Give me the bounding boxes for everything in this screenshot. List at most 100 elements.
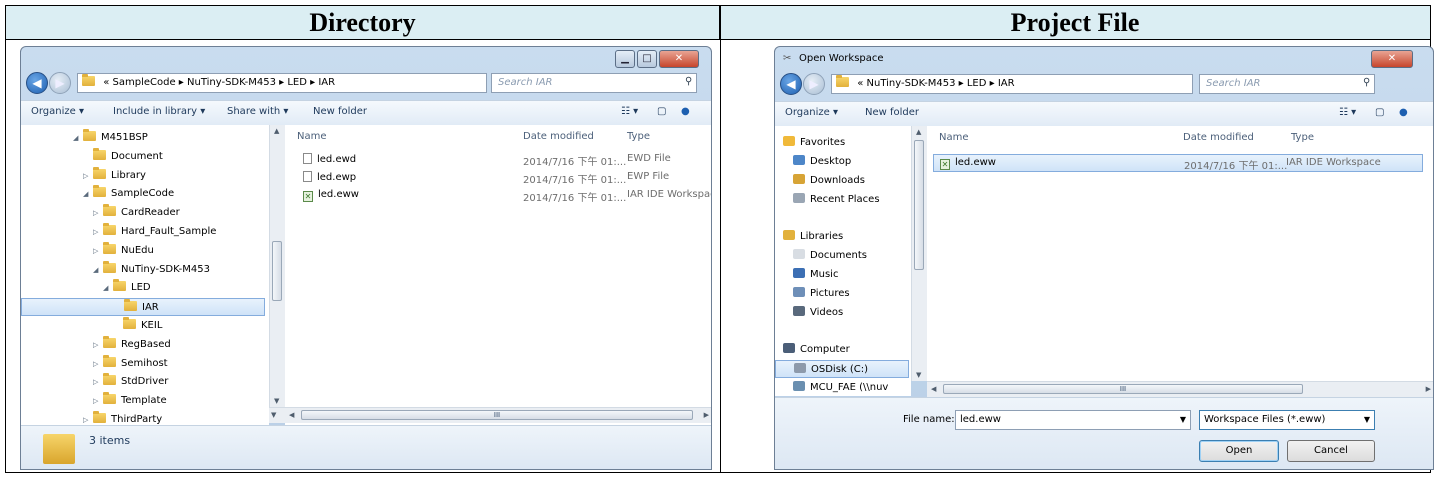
tree-item[interactable]: ◢ SampleCode [21,185,174,203]
nav-item[interactable]: Favorites [775,134,845,152]
breadcrumb-nutiny[interactable]: NuTiny-SDK-M453 [867,78,956,89]
organize-button[interactable]: Organize ▾ [785,107,838,118]
tree-item[interactable]: ▷ NuEdu [21,241,154,260]
nav-item[interactable]: Recent Places [775,191,880,209]
search-input[interactable]: Search IAR [1199,74,1375,94]
column-header-type[interactable]: Type [1291,132,1314,143]
close-button[interactable]: ✕ [659,50,699,68]
tree-item[interactable]: ◢ NuTiny-SDK-M453 [21,260,210,279]
column-header-name[interactable]: Name [297,131,327,142]
tree-item[interactable]: ▷ CardReader [21,204,180,222]
breadcrumb-overflow[interactable]: « [103,77,109,88]
file-name-input[interactable]: led.eww ▼ [955,410,1191,430]
expanded-arrow-icon[interactable]: ◢ [73,129,83,147]
collapsed-arrow-icon[interactable]: ▷ [93,223,103,241]
column-header-date[interactable]: Date modified [1183,132,1254,143]
nav-item[interactable]: MCU_FAE (\\nuv [775,379,888,397]
help-icon[interactable]: ● [681,106,690,117]
organize-button[interactable]: Organize ▾ [31,106,84,117]
file-row-selected[interactable]: ✕ led.eww 2014/7/16 下午 01:... IAR IDE Wor… [933,154,1423,172]
nav-item[interactable]: OSDisk (C:) [775,360,909,378]
nav-item[interactable]: Pictures [775,285,850,303]
new-folder-button[interactable]: New folder [313,106,367,117]
hscroll-thumb[interactable]: III [301,410,693,420]
breadcrumb-led[interactable]: LED [967,78,987,89]
maximize-button[interactable]: □ [637,50,657,68]
breadcrumb-samplecode[interactable]: SampleCode [113,77,176,88]
expanded-arrow-icon[interactable]: ◢ [83,185,93,203]
file-type: IAR IDE Workspace [1286,157,1381,168]
nav-item[interactable]: Computer [775,341,850,359]
nav-item[interactable]: Downloads [775,172,865,190]
address-bar[interactable]: « NuTiny-SDK-M453 ▸ LED ▸ IAR [831,74,1193,94]
hscroll-thumb[interactable]: III [943,384,1303,394]
tree-item[interactable]: IAR [21,298,265,317]
back-button[interactable]: ◀ [780,73,802,95]
open-button[interactable]: Open [1199,440,1279,462]
collapsed-arrow-icon[interactable]: ▷ [93,373,103,391]
views-icon[interactable]: ☷ ▾ [621,106,638,117]
breadcrumb-iar[interactable]: IAR [318,77,335,88]
nav-item[interactable]: Music [775,266,838,284]
preview-pane-icon[interactable]: ▢ [1375,107,1384,118]
tree-item[interactable]: Document [21,147,163,166]
new-folder-button[interactable]: New folder [865,107,919,118]
workspace-icon: ✕ [303,191,313,202]
collapsed-arrow-icon[interactable]: ▷ [93,355,103,373]
breadcrumb-led[interactable]: LED [287,77,307,88]
tree-item[interactable]: ◢ M451BSP [21,129,148,147]
file-row[interactable]: led.ewd [303,153,356,165]
forward-button[interactable]: ▶ [803,73,825,95]
nav-item[interactable]: Libraries [775,228,843,246]
file-row[interactable]: led.ewp [303,171,356,183]
chevron-down-icon[interactable]: ▼ [1364,411,1370,429]
tree-item[interactable]: ◢ LED [21,279,151,297]
address-bar[interactable]: « SampleCode ▸ NuTiny-SDK-M453 ▸ LED ▸ I… [77,73,487,93]
share-with-button[interactable]: Share with ▾ [227,106,288,117]
breadcrumb-iar[interactable]: IAR [998,78,1015,89]
chevron-down-icon[interactable]: ▼ [1180,411,1186,429]
collapsed-arrow-icon[interactable]: ▷ [93,242,103,260]
include-in-library-button[interactable]: Include in library ▾ [113,106,205,117]
file-type-select[interactable]: Workspace Files (*.eww) ▼ [1199,410,1375,430]
collapsed-arrow-icon[interactable]: ▷ [83,167,93,185]
nav-item[interactable]: Videos [775,304,843,322]
minimize-button[interactable]: ▁ [615,50,635,68]
expanded-arrow-icon[interactable]: ◢ [103,279,113,297]
expanded-arrow-icon[interactable]: ◢ [93,261,103,279]
breadcrumb-nutiny[interactable]: NuTiny-SDK-M453 [187,77,276,88]
nav-item-label: Pictures [810,288,850,299]
file-row[interactable]: ✕ led.eww [303,189,359,202]
help-icon[interactable]: ● [1399,107,1408,118]
search-input[interactable]: Search IAR [491,73,697,93]
file-list-hscrollbar[interactable]: ◀ III ▶ [927,381,1433,397]
views-icon[interactable]: ☷ ▾ [1339,107,1356,118]
nav-item[interactable]: Documents [775,247,867,265]
close-button[interactable]: ✕ [1371,50,1413,68]
tree-item[interactable]: KEIL [21,317,162,335]
collapsed-arrow-icon[interactable]: ▷ [93,336,103,354]
cancel-button[interactable]: Cancel [1287,440,1375,462]
preview-pane-icon[interactable]: ▢ [657,106,666,117]
tree-item[interactable]: ▷ RegBased [21,335,171,354]
column-header-type[interactable]: Type [627,131,650,142]
tree-item[interactable]: ▷ Library [21,166,146,185]
app-icon: ✂ [783,53,792,64]
forward-button[interactable]: ▶ [49,72,71,94]
tree-item[interactable]: ▷ StdDriver [21,373,168,391]
collapsed-arrow-icon[interactable]: ▷ [93,392,103,410]
breadcrumb-overflow[interactable]: « [857,78,863,89]
nav-item[interactable]: Desktop [775,153,851,171]
nav-scrollbar-thumb[interactable] [914,140,924,270]
tree-scrollbar[interactable]: ▲ ▼ [269,125,285,407]
back-button[interactable]: ◀ [26,72,48,94]
nav-scrollbar[interactable]: ▲ ▼ [911,126,927,381]
tree-item[interactable]: ▷ Hard_Fault_Sample [21,223,216,241]
file-list-hscrollbar[interactable]: ◀ III ▶ [285,407,711,423]
column-header-name[interactable]: Name [939,132,969,143]
tree-item[interactable]: ▷ Template [21,392,167,410]
tree-item[interactable]: ▷ Semihost [21,354,168,373]
collapsed-arrow-icon[interactable]: ▷ [93,204,103,222]
column-header-date[interactable]: Date modified [523,131,594,142]
tree-scrollbar-thumb[interactable] [272,241,282,301]
